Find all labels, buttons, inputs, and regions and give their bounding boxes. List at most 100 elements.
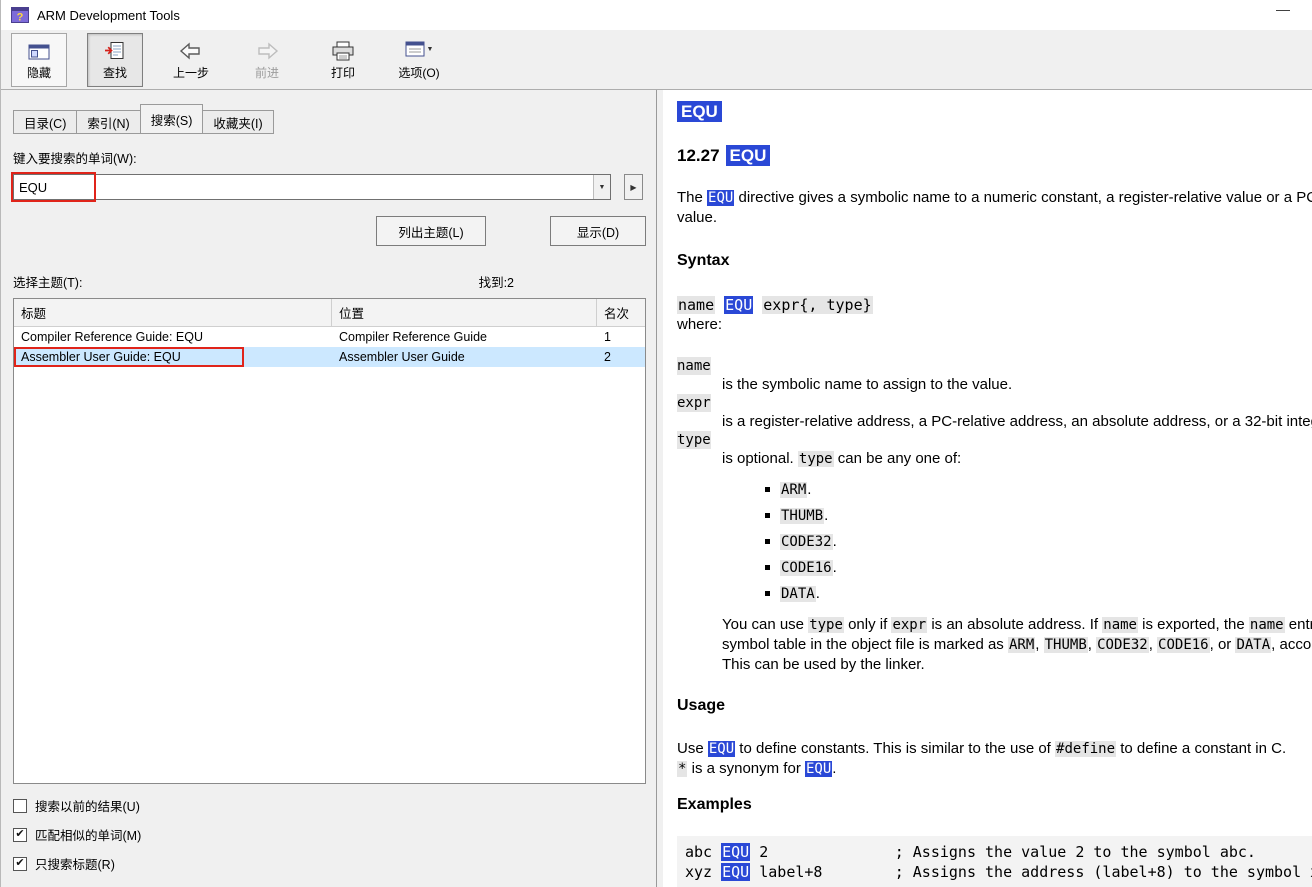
- locate-button-label: 查找: [103, 64, 127, 81]
- result-title: Assembler User Guide: EQU: [14, 347, 332, 367]
- options-button-label: 选项(O): [398, 64, 439, 81]
- minimize-button[interactable]: —: [1276, 1, 1290, 17]
- titlebar: ? ARM Development Tools —: [1, 0, 1312, 30]
- search-label: 键入要搜索的单词(W):: [13, 148, 646, 167]
- text-segment: .: [833, 559, 837, 576]
- inline-code: CODE32: [1096, 637, 1149, 653]
- list-topics-button[interactable]: 列出主题(L): [376, 216, 486, 246]
- display-button[interactable]: 显示(D): [550, 216, 646, 246]
- text-segment: [715, 296, 724, 314]
- svg-text:?: ?: [17, 12, 24, 24]
- combo-dropdown-button[interactable]: ▼: [593, 175, 610, 199]
- locate-icon: [104, 39, 126, 61]
- inline-code: type: [808, 617, 844, 633]
- tab-contents[interactable]: 目录(C): [13, 110, 77, 134]
- text-segment: ,: [1035, 636, 1043, 653]
- tab-favorites[interactable]: 收藏夹(I): [202, 110, 273, 134]
- inline-code: name: [677, 296, 715, 314]
- hide-button[interactable]: 隐藏: [11, 33, 67, 87]
- inline-code: ARM: [780, 482, 807, 498]
- text-segment: to define constants. This is similar to …: [735, 740, 1055, 757]
- param-expr: expr: [677, 394, 711, 412]
- text-segment: .: [832, 760, 836, 777]
- search-highlight: EQU: [724, 296, 753, 314]
- text-segment: .: [807, 481, 811, 498]
- param-expr-desc: is a register-relative address, a PC-rel…: [722, 412, 1312, 431]
- result-row-selected[interactable]: Assembler User Guide: EQU Assembler User…: [14, 347, 645, 367]
- column-header-title[interactable]: 标题: [14, 299, 332, 326]
- checkbox-similar-words[interactable]: ✔ 匹配相似的单词(M): [13, 825, 646, 844]
- intro-paragraph: The EQU directive gives a symbolic name …: [677, 188, 1312, 227]
- text-segment: only if: [844, 616, 892, 633]
- text-segment: abc: [685, 843, 721, 861]
- inline-code: expr: [891, 617, 927, 633]
- checkbox-previous-results[interactable]: 搜索以前的结果(U): [13, 796, 646, 815]
- result-row[interactable]: Compiler Reference Guide: EQU Compiler R…: [14, 327, 645, 347]
- result-rank: 2: [597, 347, 645, 367]
- text-segment: , or: [1210, 636, 1236, 653]
- examples-heading: Examples: [677, 795, 1312, 815]
- options-button[interactable]: ▼ 选项(O): [391, 33, 447, 87]
- syntax-code: name EQU expr{, type}: [677, 296, 1312, 315]
- example-code-line: abc EQU 2 ; Assigns the value 2 to the s…: [685, 842, 1312, 862]
- text-segment: Use: [677, 740, 708, 757]
- text-segment: .: [824, 507, 828, 524]
- print-button[interactable]: 打印: [315, 33, 371, 87]
- search-input[interactable]: [14, 175, 593, 199]
- help-icon: ?: [11, 7, 29, 23]
- column-header-location[interactable]: 位置: [332, 299, 597, 326]
- checkbox-box: ✔: [13, 828, 27, 842]
- inline-code: *: [677, 761, 687, 777]
- inline-code: THUMB: [1044, 637, 1088, 653]
- example-code-line: xyz EQU label+8 ; Assigns the address (l…: [685, 862, 1312, 882]
- main-area: 目录(C) 索引(N) 搜索(S) 收藏夹(I) 键入要搜索的单词(W): ▼ …: [1, 90, 1312, 887]
- forward-button-label: 前进: [255, 64, 279, 81]
- hide-button-label: 隐藏: [27, 64, 51, 81]
- checkbox-label: 搜索以前的结果(U): [35, 796, 140, 815]
- synonym-paragraph: * is a synonym for EQU.: [677, 759, 1312, 779]
- search-highlight: EQU: [721, 843, 750, 861]
- text-segment: .: [816, 585, 820, 602]
- search-highlight: EQU: [721, 863, 750, 881]
- forward-button[interactable]: 前进: [239, 33, 295, 87]
- result-location: Assembler User Guide: [332, 347, 597, 367]
- text-segment: is optional.: [722, 450, 798, 467]
- inline-code: THUMB: [780, 508, 824, 524]
- inline-code: name: [1249, 617, 1285, 633]
- chevron-down-icon: ▼: [427, 46, 434, 53]
- search-combo-row: ▼ ▶: [13, 174, 646, 200]
- chevron-right-icon: ▶: [630, 183, 636, 192]
- text-segment: The: [677, 189, 707, 206]
- checkbox-box: [13, 799, 27, 813]
- inline-code: CODE16: [780, 560, 833, 576]
- print-icon: [331, 39, 355, 61]
- topic-document: EQU 12.27EQU The EQU directive gives a s…: [663, 90, 1312, 887]
- search-next-button[interactable]: ▶: [624, 174, 643, 200]
- usage-paragraph: Use EQU to define constants. This is sim…: [677, 739, 1312, 759]
- column-header-rank[interactable]: 名次: [597, 299, 645, 326]
- param-type: type: [677, 431, 711, 449]
- text-segment: xyz: [685, 863, 721, 881]
- list-item: ARM.: [765, 477, 1312, 503]
- note-paragraph: You can use type only if expr is an abso…: [722, 615, 1312, 674]
- print-button-label: 打印: [331, 64, 355, 81]
- checkbox-titles-only[interactable]: ✔ 只搜索标题(R): [13, 854, 646, 873]
- result-rank: 1: [597, 327, 645, 347]
- tab-index[interactable]: 索引(N): [76, 110, 140, 134]
- page-title: EQU: [677, 102, 1312, 122]
- param-name-desc: is the symbolic name to assign to the va…: [722, 375, 1312, 394]
- back-button[interactable]: 上一步: [163, 33, 219, 87]
- text-segment: ,: [1149, 636, 1157, 653]
- search-highlight: EQU: [708, 741, 735, 757]
- inline-code: DATA: [780, 586, 816, 602]
- list-item: DATA.: [765, 581, 1312, 607]
- section-heading: 12.27EQU: [677, 146, 1312, 166]
- pane-splitter[interactable]: [656, 90, 663, 887]
- tab-search[interactable]: 搜索(S): [140, 104, 204, 134]
- text-segment: label+8 ; Assigns the address (label+8) …: [750, 863, 1312, 881]
- locate-button[interactable]: 查找: [87, 33, 143, 87]
- text-segment: to define a constant in C.: [1116, 740, 1286, 757]
- param-type-desc: is optional. type can be any one of:: [722, 449, 1312, 469]
- inline-code: name: [1102, 617, 1138, 633]
- select-topic-row: 选择主题(T): 找到:2: [13, 272, 646, 291]
